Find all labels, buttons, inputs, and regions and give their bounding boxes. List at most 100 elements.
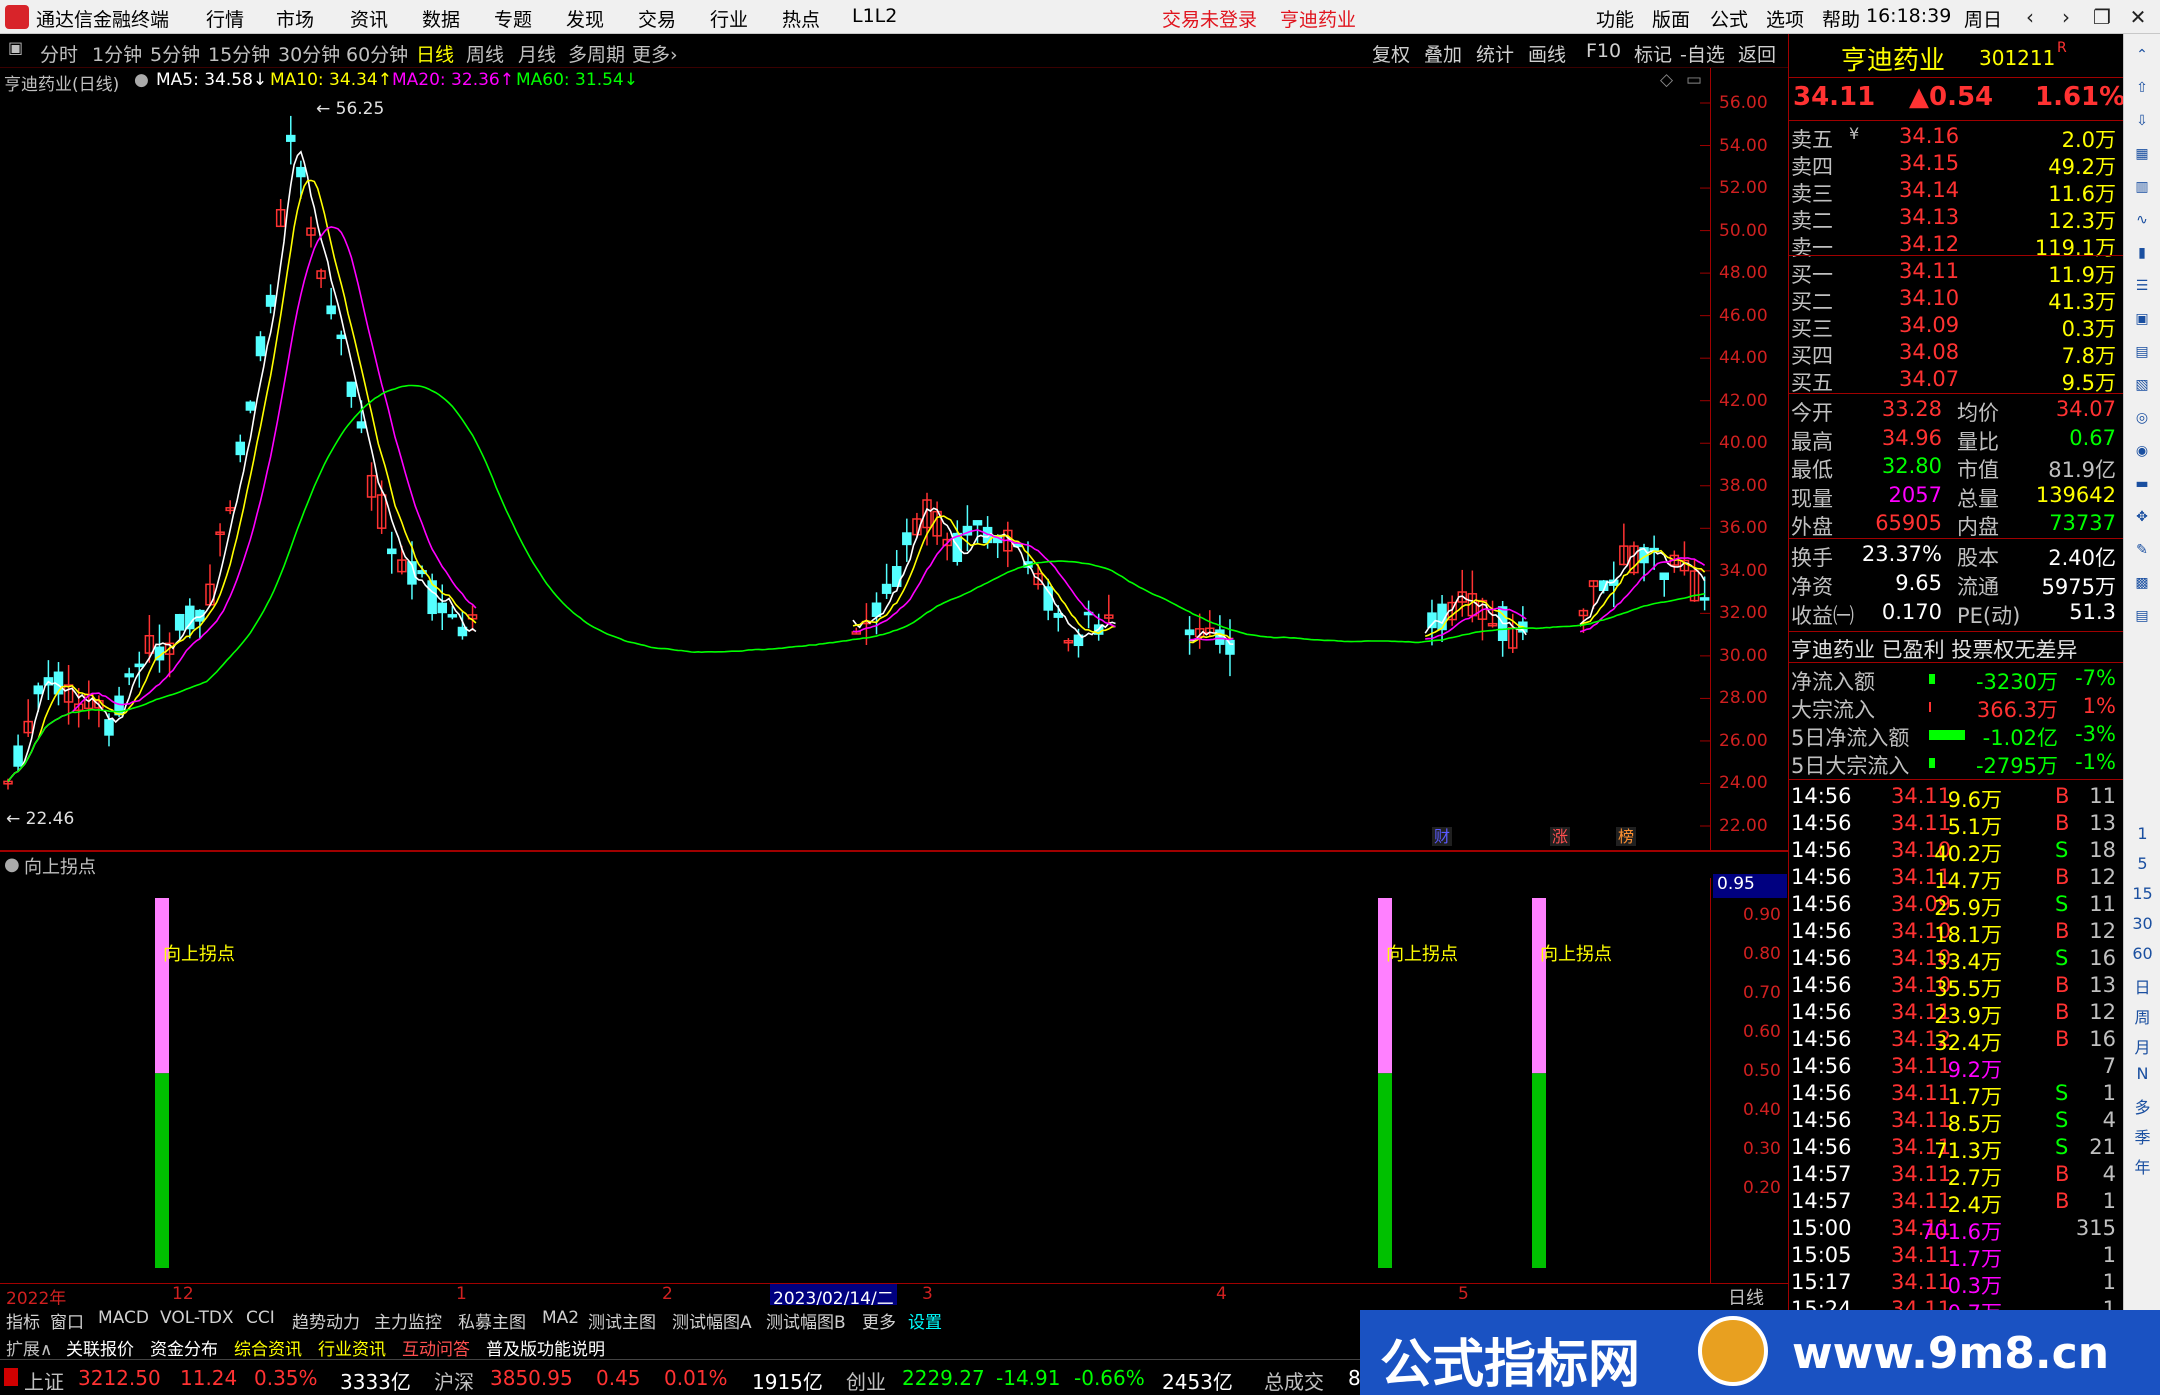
up-arrow-icon[interactable]: ⇧ — [2131, 77, 2153, 99]
period-shortcut-11[interactable]: 年 — [2124, 1154, 2160, 1178]
bid-row[interactable]: 买一 34.11 11.9万 — [1789, 259, 2124, 287]
period-tab-9[interactable]: 多周期 — [568, 40, 625, 67]
tool-button-1[interactable]: 叠加 — [1424, 40, 1462, 67]
menu-0[interactable]: 行情 — [206, 5, 244, 32]
bid-row[interactable]: 买五 34.07 9.5万 — [1789, 367, 2124, 395]
tool-button-6[interactable]: -自选 — [1680, 40, 1725, 67]
right-menu-1[interactable]: 版面 — [1652, 5, 1690, 32]
bid-row[interactable]: 买二 34.10 41.3万 — [1789, 286, 2124, 314]
period-shortcut-1[interactable]: 5 — [2124, 854, 2160, 873]
info-tab-3[interactable]: 综合资讯 — [234, 1335, 302, 1360]
calc-icon[interactable]: ▩ — [2131, 572, 2153, 594]
menu-toggle-icon[interactable]: ▣ — [8, 38, 23, 57]
period-tab-1[interactable]: 1分钟 — [92, 40, 142, 67]
period-tab-0[interactable]: 分时 — [40, 40, 78, 67]
info-tab-4[interactable]: 行业资讯 — [318, 1335, 386, 1360]
ask-row[interactable]: 卖四 34.15 49.2万 — [1789, 151, 2124, 179]
pen-icon[interactable]: ✎ — [2131, 539, 2153, 561]
info-tab-1[interactable]: 关联报价 — [66, 1335, 134, 1360]
move-icon[interactable]: ✥ — [2131, 506, 2153, 528]
indicator-chart[interactable]: 向上拐点 向上拐点 向上拐点 — [0, 878, 1710, 1283]
collapse-icon[interactable]: ▭ — [1686, 70, 1702, 90]
tool-button-0[interactable]: 复权 — [1372, 40, 1410, 67]
indicator-tab-0[interactable]: 指标 — [6, 1308, 40, 1333]
bid-row[interactable]: 买四 34.08 7.8万 — [1789, 340, 2124, 368]
period-tab-8[interactable]: 月线 — [518, 40, 556, 67]
chart-icon[interactable]: ▤ — [2131, 341, 2153, 363]
info-line[interactable]: 亨迪药业 已盈利 投票权无差异 — [1791, 634, 2077, 664]
indicator-tab-1[interactable]: 窗口 — [50, 1308, 84, 1333]
menu-4[interactable]: 专题 — [494, 5, 532, 32]
right-menu-0[interactable]: 功能 — [1596, 5, 1634, 32]
tool-button-5[interactable]: 标记 — [1634, 40, 1672, 67]
info-tab-2[interactable]: 资金分布 — [150, 1335, 218, 1360]
period-tab-6[interactable]: 日线 — [416, 40, 454, 67]
tool-button-7[interactable]: 返回 — [1738, 40, 1776, 67]
down-arrow-icon[interactable]: ⇩ — [2131, 110, 2153, 132]
trend-icon[interactable]: ∿ — [2131, 209, 2153, 231]
tool-button-4[interactable]: F10 — [1586, 40, 1621, 62]
list-icon[interactable]: ☰ — [2131, 275, 2153, 297]
indicator-tab-8[interactable]: MA2 — [542, 1308, 579, 1328]
period-tab-5[interactable]: 60分钟 — [346, 40, 408, 67]
menu-1[interactable]: 市场 — [276, 5, 314, 32]
hs-name[interactable]: 沪深 — [434, 1366, 474, 1395]
period-shortcut-5[interactable]: 日 — [2124, 974, 2160, 998]
period-tab-7[interactable]: 周线 — [466, 40, 504, 67]
cy-name[interactable]: 创业 — [846, 1366, 886, 1395]
menu-8[interactable]: 热点 — [782, 5, 820, 32]
right-menu-3[interactable]: 选项 — [1766, 5, 1804, 32]
flow-icon[interactable]: ◎ — [2131, 407, 2153, 429]
diamond-icon[interactable]: ◇ — [1660, 70, 1673, 90]
period-shortcut-0[interactable]: 1 — [2124, 824, 2160, 843]
period-shortcut-4[interactable]: 60 — [2124, 944, 2160, 963]
candlestick-chart[interactable]: ← 56.25 ← 22.46 财 涨 榜 — [0, 94, 1710, 850]
trade-status[interactable]: 交易未登录 — [1162, 5, 1257, 32]
board-icon[interactable]: ▦ — [2131, 143, 2153, 165]
period-shortcut-9[interactable]: 多 — [2124, 1094, 2160, 1118]
rsi-icon[interactable]: ▬ — [2131, 473, 2153, 495]
tool-button-3[interactable]: 画线 — [1528, 40, 1566, 67]
menu-6[interactable]: 交易 — [638, 5, 676, 32]
menu-9[interactable]: L1L2 — [852, 5, 897, 27]
forward-icon[interactable]: › — [2052, 3, 2080, 31]
info-tab-6[interactable]: 普及版功能说明 — [486, 1335, 605, 1360]
indicator-tab-9[interactable]: 测试主图 — [588, 1308, 656, 1333]
indicator-tab-11[interactable]: 测试幅图B — [766, 1308, 846, 1333]
period-shortcut-6[interactable]: 周 — [2124, 1004, 2160, 1028]
tool-button-2[interactable]: 统计 — [1476, 40, 1514, 67]
period-shortcut-3[interactable]: 30 — [2124, 914, 2160, 933]
back-icon[interactable]: ‹ — [2016, 3, 2044, 31]
restore-icon[interactable]: ❐ — [2088, 3, 2116, 31]
indicator-tab-5[interactable]: 趋势动力 — [292, 1308, 360, 1333]
menu-2[interactable]: 资讯 — [350, 5, 388, 32]
right-menu-4[interactable]: 帮助 — [1822, 5, 1860, 32]
indicator-tab-3[interactable]: VOL-TDX — [160, 1308, 234, 1328]
settings-circle-icon[interactable]: ● — [134, 70, 149, 90]
period-tab-10[interactable]: 更多› — [632, 40, 678, 67]
indicator-tab-4[interactable]: CCI — [246, 1308, 275, 1328]
close-icon[interactable]: ✕ — [2124, 3, 2152, 31]
indicator-tab-13[interactable]: 设置 — [908, 1308, 942, 1333]
f10-icon[interactable]: ▣ — [2131, 308, 2153, 330]
period-tab-3[interactable]: 15分钟 — [208, 40, 270, 67]
indicator-tab-10[interactable]: 测试幅图A — [672, 1308, 752, 1333]
period-tab-2[interactable]: 5分钟 — [150, 40, 200, 67]
menu-3[interactable]: 数据 — [422, 5, 460, 32]
sh-name[interactable]: 上证 — [24, 1366, 64, 1395]
right-menu-2[interactable]: 公式 — [1710, 5, 1748, 32]
indicator-tab-2[interactable]: MACD — [98, 1308, 149, 1328]
ask-row[interactable]: 卖二 34.13 12.3万 — [1789, 205, 2124, 233]
kline-icon[interactable]: ▥ — [2131, 176, 2153, 198]
indicator-tab-7[interactable]: 私募主图 — [458, 1308, 526, 1333]
info-tab-0[interactable]: 扩展∧ — [6, 1335, 52, 1360]
period-shortcut-10[interactable]: 季 — [2124, 1124, 2160, 1148]
menu-5[interactable]: 发现 — [566, 5, 604, 32]
period-tab-4[interactable]: 30分钟 — [278, 40, 340, 67]
target-icon[interactable]: ◉ — [2131, 440, 2153, 462]
period-shortcut-2[interactable]: 15 — [2124, 884, 2160, 903]
export-icon[interactable]: ▤ — [2131, 605, 2153, 627]
period-shortcut-7[interactable]: 月 — [2124, 1034, 2160, 1058]
indicator-settings-icon[interactable]: ● — [4, 854, 20, 875]
menu-7[interactable]: 行业 — [710, 5, 748, 32]
